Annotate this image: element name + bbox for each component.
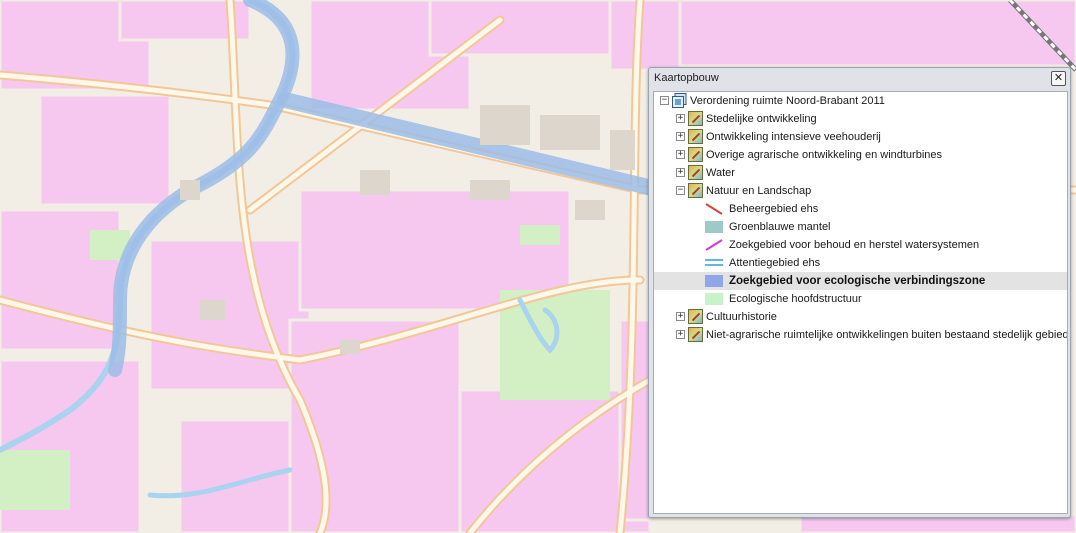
layer-icon <box>688 129 703 144</box>
light-green-fill-icon <box>705 293 723 305</box>
legend-item-groenblauwe-mantel[interactable]: Groenblauwe mantel <box>654 218 1067 236</box>
legend-item-ecologische-verbindingszone[interactable]: Zoekgebied voor ecologische verbindingsz… <box>654 272 1067 290</box>
layer-icon <box>688 183 703 198</box>
tree-group-label: Niet-agrarische ruimtelijke ontwikkeling… <box>706 329 1068 341</box>
legend-item-attentiegebied-ehs[interactable]: Attentiegebied ehs <box>654 254 1067 272</box>
legend-item-beheergebied-ehs[interactable]: Beheergebied ehs <box>654 200 1067 218</box>
tree-group-label: Ontwikkeling intensieve veehouderij <box>706 131 881 143</box>
tree-group-natuur-en-landschap[interactable]: − Natuur en Landschap <box>654 182 1067 200</box>
legend-item-label: Ecologische hoofdstructuur <box>729 293 862 305</box>
tree-group-label: Stedelijke ontwikkeling <box>706 113 817 125</box>
expand-icon[interactable]: + <box>676 312 685 321</box>
layer-icon <box>688 309 703 324</box>
tree-group-label: Natuur en Landschap <box>706 185 812 197</box>
tree-group-label: Cultuurhistorie <box>706 311 777 323</box>
legend-item-label: Beheergebied ehs <box>729 203 819 215</box>
tree-group-cultuurhistorie[interactable]: + Cultuurhistorie <box>654 308 1067 326</box>
tree-group-niet-agrarische[interactable]: + Niet-agrarische ruimtelijke ontwikkeli… <box>654 326 1067 344</box>
tree-group-intensieve-veehouderij[interactable]: + Ontwikkeling intensieve veehouderij <box>654 128 1067 146</box>
tree-group-water[interactable]: + Water <box>654 164 1067 182</box>
expand-icon[interactable]: + <box>676 132 685 141</box>
red-diagonal-line-icon <box>705 203 723 215</box>
expand-icon[interactable]: + <box>676 150 685 159</box>
tree-root-label: Verordening ruimte Noord-Brabant 2011 <box>690 95 885 107</box>
close-icon: ✕ <box>1053 72 1064 84</box>
tree-group-stedelijke[interactable]: + Stedelijke ontwikkeling <box>654 110 1067 128</box>
expand-icon[interactable]: + <box>676 168 685 177</box>
collapse-icon[interactable]: − <box>676 186 685 195</box>
layer-icon <box>688 147 703 162</box>
tree-root[interactable]: − Verordening ruimte Noord-Brabant 2011 <box>654 92 1067 110</box>
legend-item-zoekgebied-watersystemen[interactable]: Zoekgebied voor behoud en herstel waters… <box>654 236 1067 254</box>
tree-group-label: Overige agrarische ontwikkeling en windt… <box>706 149 943 161</box>
tree-group-label: Water <box>706 167 735 179</box>
layer-icon <box>688 165 703 180</box>
legend-item-ecologische-hoofdstructuur[interactable]: Ecologische hoofdstructuur <box>654 290 1067 308</box>
layer-tree[interactable]: − Verordening ruimte Noord-Brabant 2011 … <box>653 91 1068 514</box>
expand-icon[interactable]: + <box>676 330 685 339</box>
layer-panel[interactable]: Kaartopbouw ✕ − Verordening ruimte Noord… <box>648 67 1071 518</box>
panel-header[interactable]: Kaartopbouw ✕ <box>649 68 1070 90</box>
map-service-icon <box>672 93 687 108</box>
legend-item-label: Groenblauwe mantel <box>729 221 831 233</box>
close-button[interactable]: ✕ <box>1051 71 1066 86</box>
teal-fill-icon <box>705 221 723 233</box>
expand-icon[interactable]: + <box>676 114 685 123</box>
blue-double-line-icon <box>705 259 723 266</box>
tree-group-agrarische[interactable]: + Overige agrarische ontwikkeling en win… <box>654 146 1067 164</box>
layer-icon <box>688 111 703 126</box>
layer-icon <box>688 327 703 342</box>
collapse-icon[interactable]: − <box>660 96 669 105</box>
legend-item-label: Attentiegebied ehs <box>729 257 821 269</box>
magenta-diagonal-line-icon <box>705 239 723 251</box>
panel-title: Kaartopbouw <box>654 72 719 84</box>
legend-item-label: Zoekgebied voor ecologische verbindingsz… <box>729 275 986 287</box>
blue-fill-icon <box>705 275 723 287</box>
legend-item-label: Zoekgebied voor behoud en herstel waters… <box>729 239 980 251</box>
